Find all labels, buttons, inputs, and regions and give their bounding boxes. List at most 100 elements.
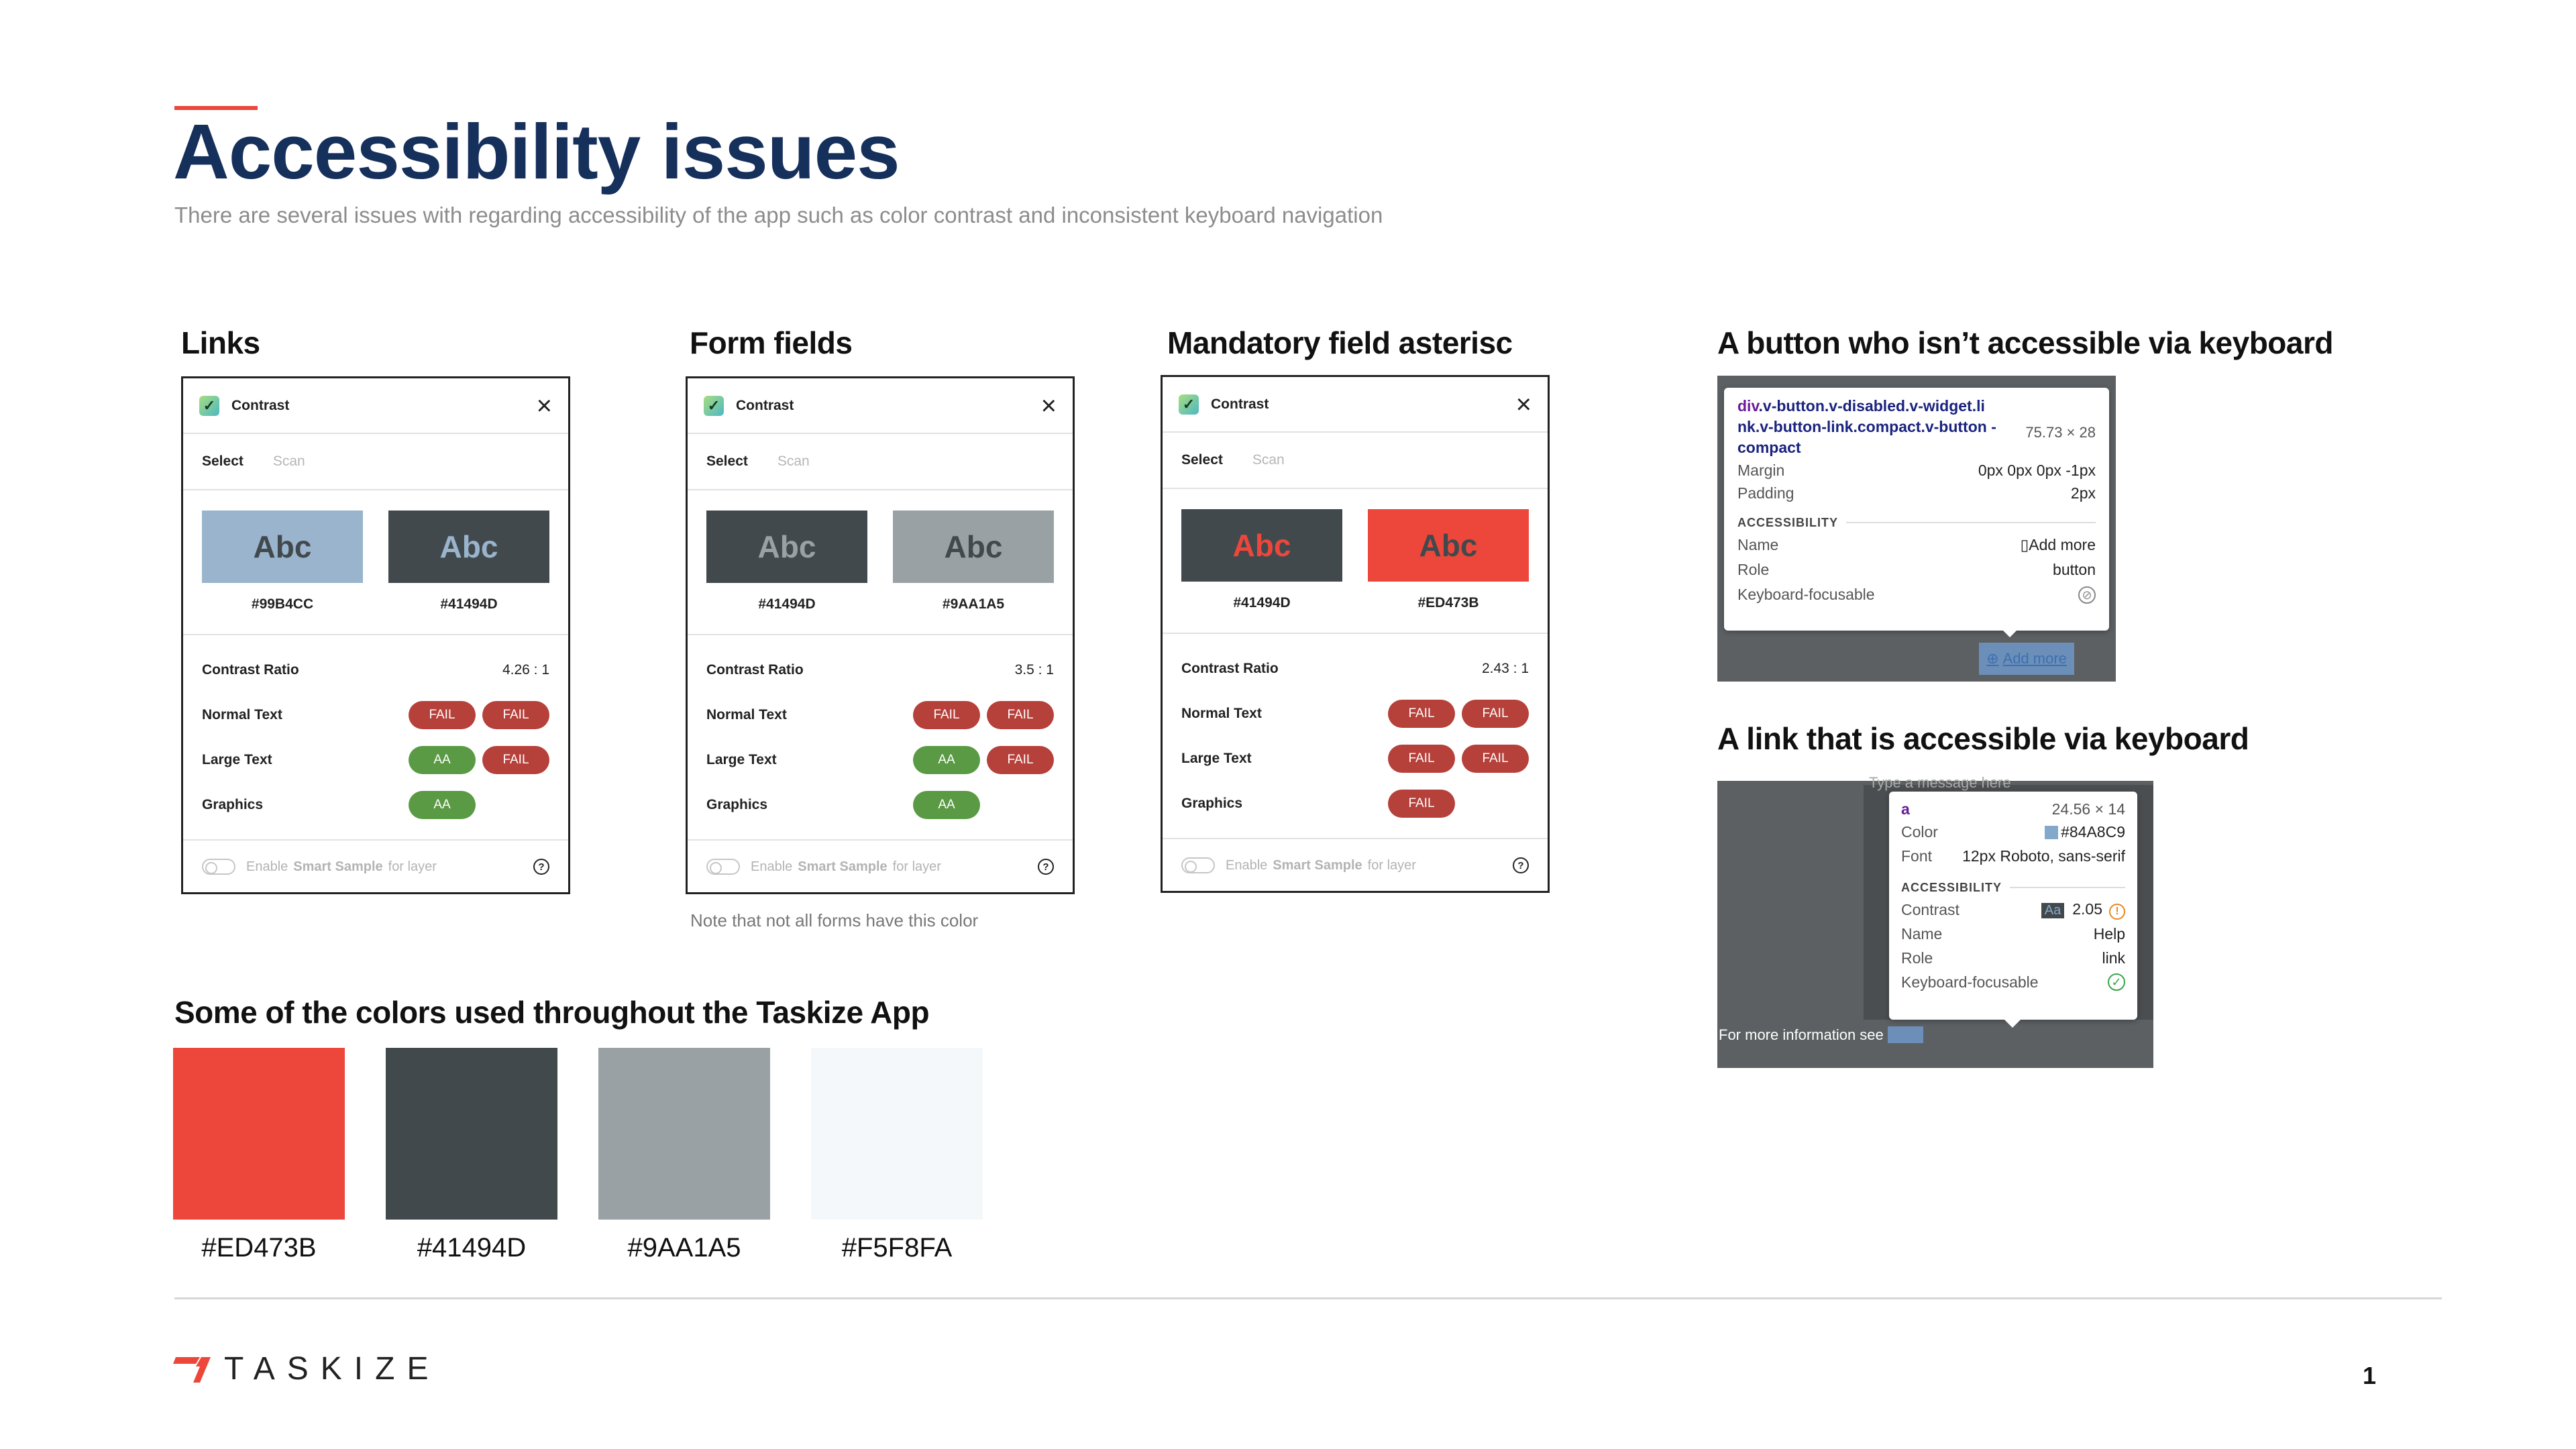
panel-title: Contrast [1211,396,1269,412]
smart-sample-toggle[interactable] [202,859,235,875]
link-inspect-tooltip: a 24.56 × 14 Color #84A8C9 Font 12px Roboto… [1889,792,2137,1020]
smart-sample-toggle[interactable] [1181,857,1215,873]
tab-scan[interactable]: Scan [777,453,810,470]
large-text-label: Large Text [1181,750,1252,766]
padding-value: 2px [2070,484,2096,502]
foreground-swatch[interactable]: Abc [202,511,363,583]
name-label: Name [1737,536,1779,554]
accessibility-heading: ACCESSIBILITY [1737,513,2096,533]
graphics-label: Graphics [706,796,768,812]
role-label: Role [1737,561,1770,579]
plus-icon: ⊕ [1986,650,1999,667]
foreground-swatch[interactable]: Abc [1181,509,1342,582]
aa-badge: AA [913,790,980,819]
panel-header: ✓ Contrast × [688,378,1073,434]
element-selector: div.v-button.v-disabled.v-widget.li nk.v… [1737,397,1996,457]
background-swatch[interactable]: Abc [893,511,1054,583]
taskize-logo-icon [173,1356,211,1383]
color-label: #ED473B [201,1233,317,1263]
help-icon[interactable]: ? [1038,859,1054,875]
swatch-hex: #41494D [440,596,498,612]
color-swatch-dark-grey [386,1048,557,1220]
close-icon[interactable]: × [1041,392,1057,419]
contrast-ratio-label: Contrast Ratio [202,661,299,678]
panel-header: ✓ Contrast × [1163,377,1548,433]
help-icon[interactable]: ? [1513,857,1529,873]
footer-bold-text: Smart Sample [1273,857,1362,873]
swatch-hex: #41494D [1233,595,1291,610]
normal-text-label: Normal Text [202,706,282,722]
contrast-value: Aa 2.05! [2041,900,2125,920]
result-rows: Contrast Ratio 4.26 : 1 Normal Text FAIL FA… [183,635,568,841]
element-dimensions: 75.73 × 28 [2025,424,2096,441]
swatch-hex: #ED473B [1417,595,1479,610]
plugin-check-icon: ✓ [1179,394,1199,415]
tab-select[interactable]: Select [706,453,748,470]
panel-footer: Enable Smart Sample for layer ? [688,841,1073,893]
fail-badge: FAIL [482,700,549,729]
aa-badge: AA [913,745,980,774]
add-more-button[interactable]: ⊕ Add more [1979,643,2074,675]
section-title-form-fields: Form fields [690,325,853,360]
panel-footer: Enable Smart Sample for layer ? [1163,839,1548,892]
color-label: #41494D [417,1233,527,1263]
help-link[interactable]: Help [1887,1026,1924,1043]
contrast-label: Contrast [1901,900,1960,918]
contrast-ratio-label: Contrast Ratio [706,661,804,678]
smart-sample-toggle[interactable] [706,859,740,875]
info-text: For more information see Help [1719,1026,1924,1044]
role-label: Role [1901,949,1933,967]
help-icon[interactable]: ? [533,859,549,875]
add-more-label: Add more [2002,650,2067,667]
contrast-ratio-value: 2.43 : 1 [1481,660,1529,676]
contrast-sample: Aa [2041,902,2065,918]
fail-badge: FAIL [1462,744,1529,773]
large-text-label: Large Text [202,751,272,767]
fail-badge: FAIL [1388,744,1455,773]
normal-text-label: Normal Text [706,706,787,722]
footer-text: for layer [388,859,437,874]
tooltip-arrow [2000,628,2019,637]
close-icon[interactable]: × [537,392,552,419]
taskize-logo: TASKIZE [173,1350,440,1387]
background-swatch[interactable]: Abc [1368,509,1529,582]
panel-footer: Enable Smart Sample for layer ? [183,841,568,893]
swatch-hex: #99B4CC [251,596,314,612]
margin-label: Margin [1737,462,1785,480]
color-chip [2045,826,2059,840]
element-dimensions: 24.56 × 14 [2051,800,2125,818]
padding-label: Padding [1737,484,1794,502]
section-title-colors: Some of the colors used throughout the T… [174,995,930,1030]
fail-badge: FAIL [1388,789,1455,818]
contrast-ratio-value: 4.26 : 1 [502,661,549,678]
not-focusable-icon: ⊘ [2078,586,2096,604]
page-title: Accessibility issues [173,108,900,195]
color-label: Color [1901,822,1938,841]
tab-select[interactable]: Select [1181,452,1223,468]
foreground-swatch[interactable]: Abc [706,511,867,583]
close-icon[interactable]: × [1516,391,1532,418]
fail-badge: FAIL [1462,699,1529,728]
footer-text: Enable [751,859,793,874]
logo-wordmark: TASKIZE [224,1351,441,1387]
tab-select[interactable]: Select [202,453,244,470]
swatch-hex: #9AA1A5 [942,596,1005,612]
keyboard-focusable-label: Keyboard-focusable [1901,973,2039,991]
warning-icon: ! [2109,903,2125,920]
background-swatch[interactable]: Abc [388,511,549,583]
keyboard-focusable-label: Keyboard-focusable [1737,586,1875,604]
contrast-panel-links: ✓ Contrast × Select Scan Abc #99B4CC Abc #… [181,376,570,894]
color-label: #F5F8FA [841,1233,953,1263]
tab-scan[interactable]: Scan [273,453,305,470]
info-text-label: For more information see [1719,1026,1884,1043]
focusable-check-icon: ✓ [2108,973,2125,991]
aa-badge: AA [409,745,476,774]
margin-value: 0px 0px 0px -1px [1978,462,2096,480]
color-swatch-grey [598,1048,770,1220]
contrast-panel-mandatory: ✓ Contrast × Select Scan Abc #41494D Abc #… [1161,375,1550,893]
page-subtitle: There are several issues with regarding … [174,203,1383,227]
fail-badge: FAIL [482,745,549,774]
fail-badge: FAIL [987,700,1054,729]
tab-scan[interactable]: Scan [1252,452,1285,468]
panel-title: Contrast [736,397,794,413]
